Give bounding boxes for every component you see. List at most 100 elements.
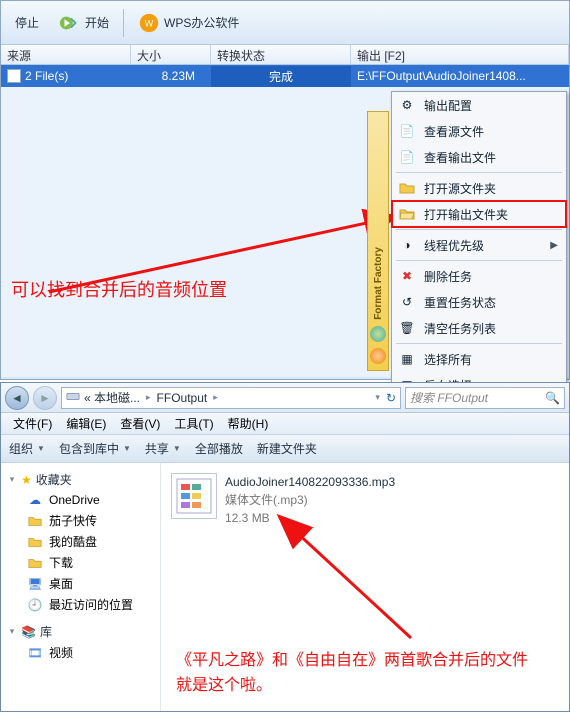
star-icon: ★: [21, 473, 32, 487]
nav-forward-button[interactable]: ►: [33, 386, 57, 410]
video-icon: 🎞: [27, 645, 43, 661]
ff-toolbar: 停止 开始 W WPS办公软件: [1, 1, 569, 45]
nav-pane: ▾ ★ 收藏夹 ☁OneDrive 茄子快传 我的酷盘 下载 🖥桌面 🕘最近访问的位…: [1, 463, 161, 711]
ctx-label: 查看源文件: [424, 123, 484, 140]
ctx-sep: [396, 172, 562, 173]
ctx-sep: [396, 229, 562, 230]
start-icon: [59, 12, 81, 34]
ctx-label: 输出配置: [424, 97, 472, 114]
nav-item-label: 下载: [49, 554, 73, 571]
page-icon: 📄: [398, 122, 416, 140]
td-convert: 完成: [211, 66, 351, 87]
chevron-down-icon[interactable]: ▾: [373, 392, 382, 403]
crumb-disk: « 本地磁...: [84, 389, 140, 406]
nav-item-onedrive[interactable]: ☁OneDrive: [5, 490, 156, 510]
tool-label: 组织: [9, 440, 33, 457]
file-name: AudioJoiner140822093336.mp3: [225, 473, 395, 491]
search-placeholder: 搜索 FFOutput: [410, 389, 541, 406]
menu-help[interactable]: 帮助(H): [222, 413, 275, 434]
nav-item-kupan[interactable]: 我的酷盘: [5, 531, 156, 552]
cloud-icon: ☁: [27, 492, 43, 508]
ctx-view-output[interactable]: 📄查看输出文件: [392, 144, 566, 170]
annotation-text-1: 可以找到合并后的音频位置: [11, 276, 227, 302]
annotation-text-2: 《平凡之路》和《自由自在》两首歌合并后的文件 就是这个啦。: [176, 648, 528, 699]
td-source-text: 2 File(s): [25, 69, 68, 83]
file-item[interactable]: AudioJoiner140822093336.mp3 媒体文件(.mp3) 1…: [171, 473, 559, 527]
chevron-right-icon: ▸: [144, 392, 153, 403]
folder-icon: [27, 534, 43, 550]
wps-label: WPS办公软件: [164, 14, 239, 31]
menu-view[interactable]: 查看(V): [114, 413, 166, 434]
file-meta: AudioJoiner140822093336.mp3 媒体文件(.mp3) 1…: [225, 473, 395, 527]
tool-organize[interactable]: 组织 ▼: [9, 440, 45, 457]
th-size[interactable]: 大小: [131, 45, 211, 64]
ff-sidebar[interactable]: Format Factory: [367, 111, 389, 371]
start-label: 开始: [85, 14, 109, 31]
tool-label: 共享: [145, 440, 169, 457]
table-row[interactable]: 2 File(s) 8.23M 完成 E:\FFOutput\AudioJoin…: [1, 65, 569, 87]
select-all-icon: ▦: [398, 350, 416, 368]
nav-item-desktop[interactable]: 🖥桌面: [5, 573, 156, 594]
ctx-clear-list[interactable]: 🗑清空任务列表: [392, 315, 566, 341]
menu-file[interactable]: 文件(F): [7, 413, 58, 434]
download-icon: [27, 555, 43, 571]
ctx-label: 打开输出文件夹: [424, 206, 508, 223]
menu-tools[interactable]: 工具(T): [168, 413, 219, 434]
file-icon: [7, 69, 21, 83]
ctx-reset-status[interactable]: ↺重置任务状态: [392, 289, 566, 315]
nav-back-button[interactable]: ◄: [5, 386, 29, 410]
chevron-down-icon: ▼: [123, 444, 131, 453]
chevron-down-icon: ▼: [37, 444, 45, 453]
chevron-down-icon: ▾: [7, 474, 17, 485]
refresh-icon[interactable]: ↻: [386, 391, 396, 405]
file-type: 媒体文件(.mp3): [225, 491, 395, 509]
nav-item-recent[interactable]: 🕘最近访问的位置: [5, 594, 156, 615]
explorer-window: ◄ ► « 本地磁... ▸ FFOutput ▸ ▾ ↻ 搜索 FFOutpu…: [0, 382, 570, 712]
tool-include-lib[interactable]: 包含到库中 ▼: [59, 440, 131, 457]
wps-button[interactable]: W WPS办公软件: [132, 10, 245, 36]
tool-new-folder[interactable]: 新建文件夹: [257, 440, 317, 457]
ctx-label: 打开源文件夹: [424, 180, 496, 197]
nav-item-qiezi[interactable]: 茄子快传: [5, 510, 156, 531]
ctx-open-src-folder[interactable]: 打开源文件夹: [392, 175, 566, 201]
menu-edit[interactable]: 编辑(E): [60, 413, 112, 434]
chevron-down-icon: ▾: [7, 626, 17, 637]
th-output[interactable]: 输出 [F2]: [351, 45, 569, 64]
tool-label: 包含到库中: [59, 440, 119, 457]
ctx-view-source[interactable]: 📄 查看源文件: [392, 118, 566, 144]
sidebar-icon-1: [370, 326, 386, 342]
ctx-select-all[interactable]: ▦选择所有: [392, 346, 566, 372]
nav-header-label: 库: [40, 623, 52, 640]
ctx-output-config[interactable]: ⚙输出配置: [392, 92, 566, 118]
ctx-delete-task[interactable]: ✖删除任务: [392, 263, 566, 289]
tool-share[interactable]: 共享▼: [145, 440, 181, 457]
th-source[interactable]: 来源: [1, 45, 131, 64]
ctx-label: 线程优先级: [424, 237, 484, 254]
ctx-open-output-folder[interactable]: 打开输出文件夹: [392, 201, 566, 227]
search-box[interactable]: 搜索 FFOutput 🔍: [405, 387, 565, 409]
th-convert[interactable]: 转换状态: [211, 45, 351, 64]
stop-label: 停止: [15, 14, 39, 31]
nav-item-label: 茄子快传: [49, 512, 97, 529]
breadcrumb[interactable]: « 本地磁... ▸ FFOutput ▸ ▾ ↻: [61, 387, 401, 409]
nav-item-downloads[interactable]: 下载: [5, 552, 156, 573]
reset-icon: ↺: [398, 293, 416, 311]
svg-text:W: W: [145, 18, 154, 28]
nav-favorites-header[interactable]: ▾ ★ 收藏夹: [5, 469, 156, 490]
tool-play-all[interactable]: 全部播放: [195, 440, 243, 457]
nav-item-video[interactable]: 🎞视频: [5, 642, 156, 663]
file-list: AudioJoiner140822093336.mp3 媒体文件(.mp3) 1…: [161, 463, 569, 711]
ctx-thread-priority[interactable]: ◑线程优先级▶: [392, 232, 566, 258]
ctx-sep: [396, 343, 562, 344]
explorer-body: ▾ ★ 收藏夹 ☁OneDrive 茄子快传 我的酷盘 下载 🖥桌面 🕘最近访问的位…: [1, 463, 569, 711]
ctx-label: 清空任务列表: [424, 320, 496, 337]
toolbar-separator: [123, 9, 124, 37]
chevron-right-icon: ▸: [211, 392, 220, 403]
stop-button[interactable]: 停止: [9, 12, 45, 33]
nav-header-label: 收藏夹: [36, 471, 72, 488]
crumb-folder: FFOutput: [157, 391, 208, 405]
drive-icon: [66, 389, 80, 406]
nav-library-header[interactable]: ▾📚库: [5, 621, 156, 642]
start-button[interactable]: 开始: [53, 10, 115, 36]
annot2-line2: 就是这个啦。: [176, 673, 528, 699]
